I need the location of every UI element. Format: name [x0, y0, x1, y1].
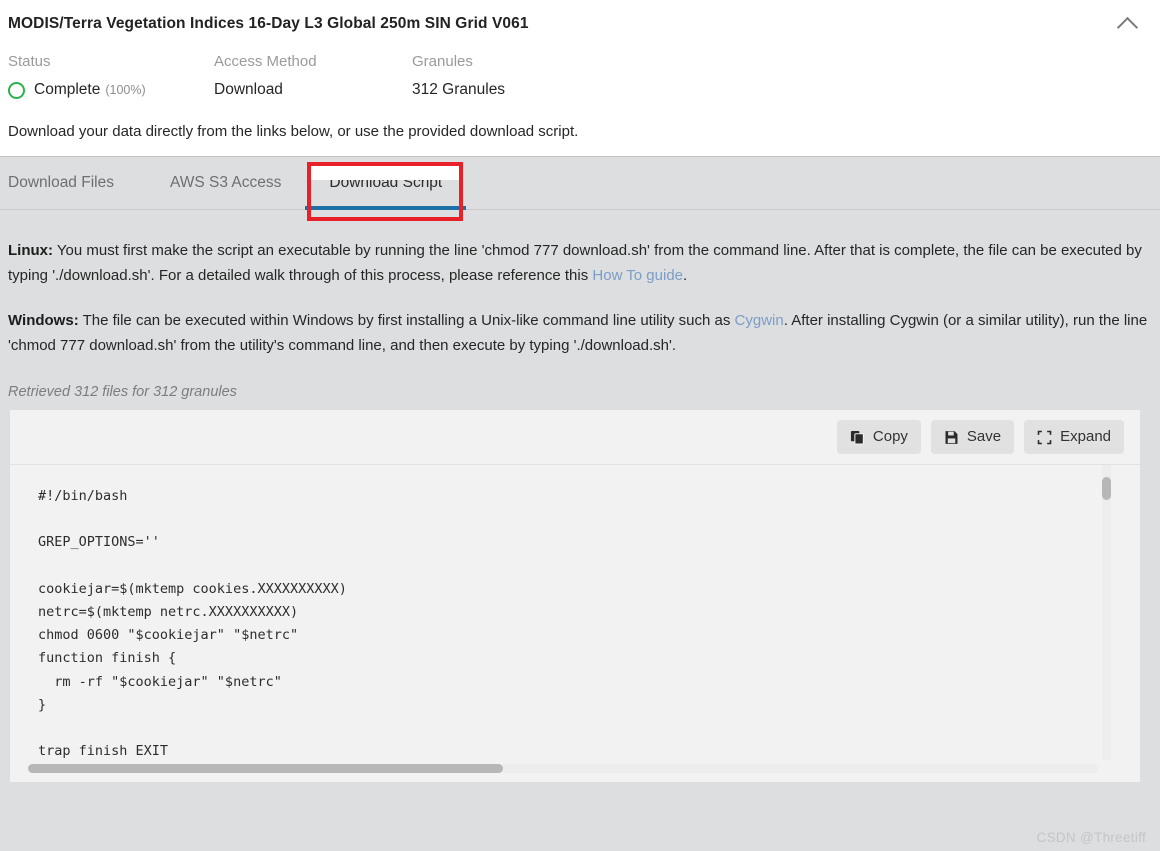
- how-to-guide-link[interactable]: How To guide: [592, 267, 683, 284]
- meta-status: Status Complete (100%): [8, 52, 214, 100]
- windows-label: Windows:: [8, 312, 79, 329]
- meta-value-access-method: Download: [214, 81, 283, 98]
- watermark: CSDN @Threetiff: [1036, 830, 1146, 845]
- collection-header: MODIS/Terra Vegetation Indices 16-Day L3…: [0, 0, 1160, 156]
- status-percent: (100%): [105, 83, 146, 97]
- meta-label-granules: Granules: [412, 53, 473, 70]
- linux-text-1: You must first make the script an execut…: [8, 242, 1142, 284]
- chevron-up-icon: [1116, 16, 1138, 39]
- copy-button[interactable]: Copy: [836, 420, 921, 454]
- annotation-gap: [311, 166, 459, 180]
- floppy-disk-save-icon: [944, 430, 959, 445]
- expand-button-label: Expand: [1060, 428, 1111, 445]
- page-title: MODIS/Terra Vegetation Indices 16-Day L3…: [8, 15, 529, 32]
- expand-icon: [1037, 430, 1052, 445]
- meta-row: Status Complete (100%) Access Method Dow…: [0, 38, 1160, 100]
- download-script-code: #!/bin/bash GREP_OPTIONS='' cookiejar=$(…: [38, 488, 347, 760]
- code-toolbar: Copy Save Expand: [10, 410, 1140, 465]
- linux-instructions: Linux: You must first make the script an…: [8, 210, 1152, 288]
- instructions-area: Linux: You must first make the script an…: [0, 210, 1160, 410]
- windows-instructions: Windows: The file can be executed within…: [8, 288, 1152, 358]
- copy-icon: [850, 430, 865, 445]
- linux-text-2: .: [683, 267, 688, 284]
- tab-download-script[interactable]: Download Script: [305, 157, 467, 210]
- cygwin-link[interactable]: Cygwin: [735, 312, 784, 329]
- vertical-scrollbar-track[interactable]: [1102, 465, 1111, 760]
- vertical-scrollbar-thumb[interactable]: [1102, 477, 1111, 500]
- horizontal-scrollbar: [10, 760, 1140, 782]
- meta-granules: Granules 312 Granules: [412, 52, 505, 100]
- meta-value-status: Complete (100%): [8, 80, 214, 100]
- code-scroll-area[interactable]: #!/bin/bash GREP_OPTIONS='' cookiejar=$(…: [10, 465, 1140, 760]
- collapse-button[interactable]: [1112, 12, 1142, 39]
- tab-download-files[interactable]: Download Files: [8, 157, 146, 209]
- retrieved-files-status: Retrieved 312 files for 312 granules: [8, 384, 237, 400]
- save-button[interactable]: Save: [930, 420, 1015, 454]
- expand-button[interactable]: Expand: [1024, 420, 1124, 454]
- save-button-label: Save: [966, 428, 1002, 445]
- meta-label-access-method: Access Method: [214, 53, 317, 70]
- meta-label-status: Status: [8, 53, 51, 70]
- linux-label: Linux:: [8, 242, 53, 259]
- download-script-panel: Copy Save Expand #!/bin/bash GREP_OPTION…: [10, 410, 1140, 782]
- tab-bar: Download Files AWS S3 Access Download Sc…: [0, 156, 1160, 210]
- intro-text: Download your data directly from the lin…: [8, 123, 579, 140]
- meta-access-method: Access Method Download: [214, 52, 412, 100]
- status-text: Complete: [34, 81, 101, 98]
- windows-text-1: The file can be executed within Windows …: [78, 312, 735, 329]
- title-row: MODIS/Terra Vegetation Indices 16-Day L3…: [0, 10, 1160, 39]
- status-circle-icon: [8, 81, 25, 99]
- copy-button-label: Copy: [872, 428, 908, 445]
- tab-aws-s3-access[interactable]: AWS S3 Access: [146, 157, 305, 209]
- horizontal-scrollbar-thumb[interactable]: [28, 764, 503, 773]
- meta-value-granules: 312 Granules: [412, 81, 506, 98]
